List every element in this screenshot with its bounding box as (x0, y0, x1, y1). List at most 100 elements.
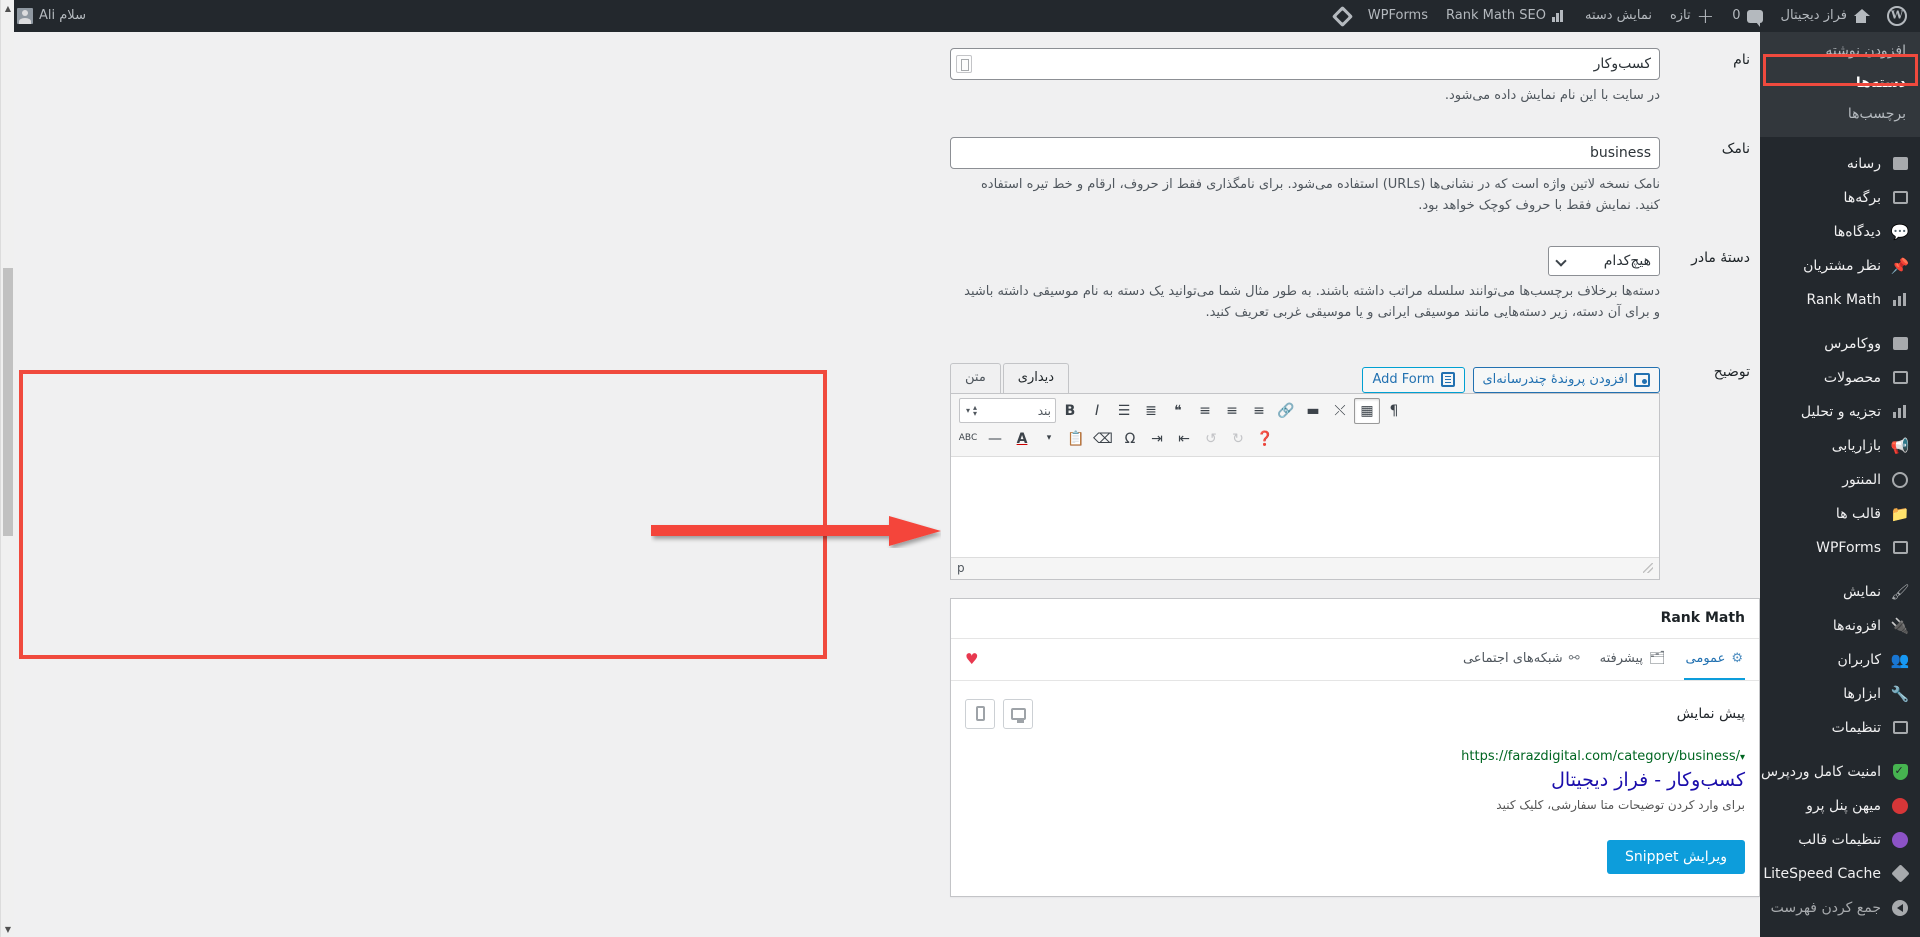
admin-bar-litespeed[interactable] (1326, 0, 1359, 32)
bold-button[interactable]: B (1057, 398, 1083, 424)
indent-button[interactable]: ⇥ (1144, 426, 1170, 452)
sidebar-item-comments[interactable]: 💬 دیدگاه‌ها (1760, 215, 1920, 249)
browser-scrollbar[interactable]: ▲ ▼ (0, 0, 14, 937)
sidebar-label: Rank Math (1806, 291, 1881, 308)
sidebar-item-marketing[interactable]: 📢 بازاریابی (1760, 429, 1920, 463)
admin-bar-my-account[interactable]: سلام Ali (8, 0, 95, 32)
sidebar-item-theme-settings[interactable]: تنظیمات قالب (1760, 823, 1920, 857)
field-indicator-icon (956, 55, 972, 73)
sidebar-label: ووکامرس (1824, 335, 1881, 352)
sidebar-item-users[interactable]: 👥 کاربران (1760, 643, 1920, 677)
sidebar-item-collapse-menu[interactable]: جمع کردن فهرست (1760, 891, 1920, 925)
fullscreen-button[interactable]: ⤬ (1327, 398, 1353, 424)
paste-as-text-button[interactable]: 📋 (1063, 426, 1089, 452)
outdent-button[interactable]: ⇤ (1171, 426, 1197, 452)
tab-text[interactable]: متن (950, 363, 1001, 393)
sidebar-item-woocommerce[interactable]: ووکامرس (1760, 327, 1920, 361)
sidebar-label: ابزارها (1843, 685, 1881, 702)
settings-icon (1890, 718, 1910, 738)
edit-snippet-button[interactable]: ویرایش Snippet (1607, 839, 1745, 874)
sidebar-item-plugins[interactable]: 🔌 افزونه‌ها (1760, 609, 1920, 643)
mobile-preview-button[interactable] (965, 698, 995, 729)
snippet-description[interactable]: برای وارد کردن توضیحات متا سفارشی، کلیک … (965, 796, 1745, 814)
text-color-dropdown[interactable]: ▾ (1036, 426, 1062, 452)
help-parent: دسته‌ها برخلاف برچسب‌ها می‌توانند سلسله … (964, 284, 1660, 321)
scroll-up-arrow[interactable]: ▲ (1, 0, 15, 16)
horizontal-line-button[interactable]: — (982, 426, 1008, 452)
label-slug: نامک (1721, 140, 1750, 157)
slug-input[interactable] (950, 136, 1660, 169)
toolbar-toggle-button[interactable]: ▦ (1354, 397, 1380, 424)
woocommerce-icon (1890, 334, 1910, 354)
numbered-list-button[interactable]: ≣ (1138, 398, 1164, 424)
clear-formatting-button[interactable]: ⌫ (1090, 426, 1116, 452)
sidebar-item-litespeed-cache[interactable]: LiteSpeed Cache (1760, 857, 1920, 891)
desktop-preview-button[interactable] (1003, 698, 1033, 729)
add-form-button[interactable]: Add Form (1362, 366, 1465, 393)
strikethrough-button[interactable]: ABC (955, 426, 981, 452)
keyboard-help-button[interactable]: ❓ (1252, 426, 1278, 452)
blockquote-button[interactable]: ❝ (1165, 398, 1191, 424)
sidebar-label: المنتور (1842, 471, 1881, 488)
add-media-button[interactable]: افزودن پروندهٔ چندرسانه‌ای (1472, 366, 1660, 393)
tab-social[interactable]: ⚯ شبکه‌های اجتماعی (1461, 639, 1582, 680)
sidebar-item-templates[interactable]: 📁 قالب ها (1760, 497, 1920, 531)
rank-math-icon (1890, 290, 1910, 310)
special-character-button[interactable]: Ω (1117, 426, 1143, 452)
comments-icon: 💬 (1890, 222, 1910, 241)
sidebar-item-wpforms[interactable]: WPForms (1760, 531, 1920, 565)
snippet-title[interactable]: کسب‌وکار - فراز دیجیتال (965, 768, 1745, 793)
name-input[interactable] (950, 48, 1660, 80)
admin-bar-new-content[interactable]: + تازه (1661, 0, 1723, 32)
sidebar-item-tools[interactable]: 🔧 ابزارها (1760, 677, 1920, 711)
align-right-button[interactable]: ≡ (1246, 398, 1272, 424)
sidebar-item-categories[interactable]: دسته‌ها (1760, 68, 1920, 100)
scrollbar-thumb[interactable] (3, 268, 13, 536)
italic-button[interactable]: I (1084, 398, 1110, 424)
sidebar-item-wp-security[interactable]: امنیت کامل وردپرس (1760, 755, 1920, 789)
sidebar-item-appearance[interactable]: 🖌 نمایش (1760, 575, 1920, 609)
admin-bar-comments[interactable]: 0 (1723, 0, 1771, 32)
sidebar-item-rank-math[interactable]: Rank Math (1760, 283, 1920, 317)
paragraph-format-select[interactable]: بند ▴ ▾ ▾ (959, 398, 1056, 424)
sidebar-item-elementor[interactable]: المنتور (1760, 463, 1920, 497)
rtl-button[interactable]: ¶ (1381, 398, 1407, 424)
templates-icon: 📁 (1890, 504, 1910, 523)
undo-button[interactable]: ↺ (1198, 426, 1224, 452)
admin-bar-site-name[interactable]: فراز دیجیتال (1772, 0, 1878, 32)
text-color-button[interactable]: A (1009, 426, 1035, 452)
chevron-down-icon: ▾ (1739, 751, 1745, 763)
sidebar-item-media[interactable]: رسانه (1760, 147, 1920, 181)
admin-bar-wpforms[interactable]: WPForms (1359, 0, 1437, 32)
sidebar-item-products[interactable]: محصولات (1760, 361, 1920, 395)
align-center-button[interactable]: ≡ (1219, 398, 1245, 424)
sidebar-item-settings[interactable]: تنظیمات (1760, 711, 1920, 745)
admin-bar-view-category[interactable]: نمایش دسته (1576, 0, 1661, 32)
more-tag-button[interactable]: ▬ (1300, 398, 1326, 424)
format-caret-group: ▴ ▾ ▾ (966, 404, 977, 417)
editor-mode-tabs: دیداری متن (950, 363, 1070, 393)
sidebar-item-tags[interactable]: برچسب‌ها (1760, 99, 1920, 131)
resize-handle[interactable] (1643, 563, 1653, 574)
label-parent: دستهٔ مادر (1691, 250, 1750, 267)
align-left-button[interactable]: ≡ (1192, 398, 1218, 424)
sidebar-item-add-post[interactable]: افزودن نوشته (1760, 36, 1920, 68)
admin-bar-wp-logo[interactable] (1878, 0, 1916, 32)
sidebar-item-mihan-panel-pro[interactable]: میهن پنل پرو (1760, 789, 1920, 823)
heart-icon[interactable]: ♥ (965, 650, 978, 668)
tab-advanced[interactable]: 🗂 پیشرفته (1598, 639, 1668, 680)
sidebar-item-pages[interactable]: برگه‌ها (1760, 181, 1920, 215)
parent-category-select[interactable]: هیچ‌کدام (1548, 246, 1660, 277)
snippet-actions: ویرایش Snippet (965, 814, 1745, 874)
scroll-down-arrow[interactable]: ▼ (1, 921, 15, 937)
sidebar-item-analytics[interactable]: تجزیه و تحلیل (1760, 395, 1920, 429)
redo-button[interactable]: ↻ (1225, 426, 1251, 452)
admin-bar-rank-math-seo[interactable]: Rank Math SEO (1437, 0, 1576, 32)
tab-visual[interactable]: دیداری (1002, 363, 1070, 393)
bulleted-list-button[interactable]: ☰ (1111, 398, 1137, 424)
editor-content-area[interactable] (951, 456, 1659, 557)
tab-general[interactable]: ⚙ عمومی (1683, 639, 1745, 680)
sidebar-item-customer-reviews[interactable]: 📌 نظر مشتریان (1760, 249, 1920, 283)
link-button[interactable]: 🔗 (1273, 398, 1299, 424)
media-icon (1890, 154, 1910, 174)
